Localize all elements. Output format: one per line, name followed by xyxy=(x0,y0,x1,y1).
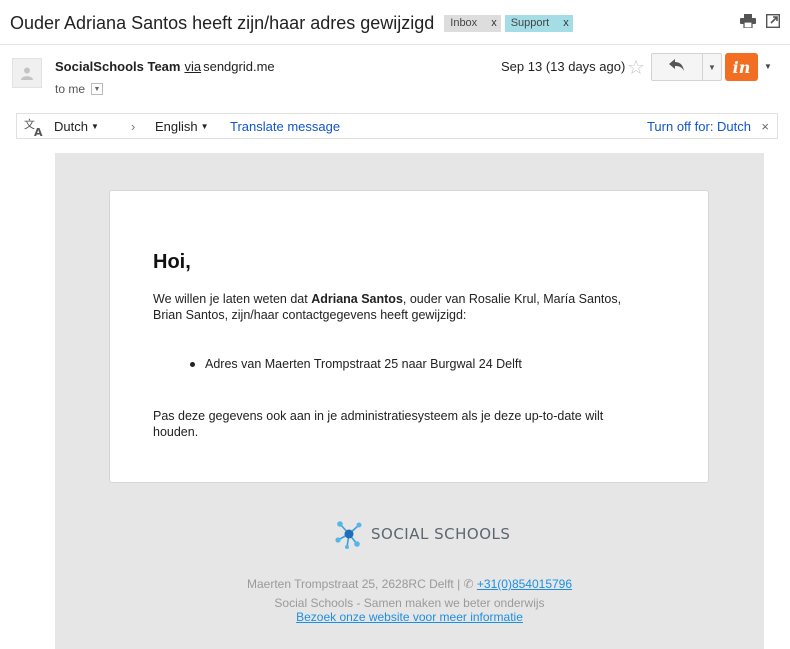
label-support-text: Support xyxy=(510,17,550,29)
recipient-line: to me ▼ xyxy=(55,82,104,96)
reply-icon xyxy=(669,58,685,76)
recipient-text: to me xyxy=(55,82,86,96)
email-date[interactable]: Sep 13 (13 days ago) xyxy=(501,59,625,74)
logo-molecule-icon xyxy=(335,521,362,549)
target-language-dropdown[interactable]: English ▼ xyxy=(155,119,209,134)
arrow-icon: › xyxy=(131,118,136,134)
close-icon[interactable]: × xyxy=(761,119,769,134)
label-inbox-text: Inbox xyxy=(450,17,478,29)
footer-tagline: Social Schools - Samen maken we beter on… xyxy=(274,596,545,610)
sender-domain: sendgrid.me xyxy=(203,59,275,74)
label-support[interactable]: Support x xyxy=(504,14,573,32)
intro-paragraph: We willen je laten weten dat Adriana San… xyxy=(153,292,622,322)
sender-name[interactable]: SocialSchools Team xyxy=(55,59,180,74)
invision-dropdown-icon[interactable]: ▼ xyxy=(764,62,772,71)
label-inbox-remove[interactable]: x xyxy=(491,17,497,29)
list-item: Adres van Maerten Trompstraat 25 naar Bu… xyxy=(190,357,522,371)
subject-row: Ouder Adriana Santos heeft zijn/haar adr… xyxy=(10,10,573,36)
closing-paragraph: Pas deze gegevens ook aan in je administ… xyxy=(153,409,604,439)
invision-button[interactable]: in xyxy=(725,53,758,81)
target-language: English xyxy=(155,118,198,134)
svg-text:A: A xyxy=(34,126,43,137)
footer-address: Maerten Trompstraat 25, 2628RC Delft | ✆ xyxy=(246,577,477,591)
show-details-dropdown[interactable]: ▼ xyxy=(91,83,104,95)
more-actions-button[interactable]: ▼ xyxy=(702,53,722,81)
translate-icon: 文 A xyxy=(23,117,45,140)
translate-message-link[interactable]: Translate message xyxy=(230,119,340,134)
divider xyxy=(0,44,790,45)
source-language: Dutch xyxy=(54,118,88,134)
source-language-dropdown[interactable]: Dutch ▼ xyxy=(54,119,99,134)
print-icon[interactable] xyxy=(740,14,756,28)
label-support-remove[interactable]: x xyxy=(563,17,569,29)
message-card: Hoi, We willen je laten weten dat Adrian… xyxy=(109,190,709,483)
footer-address-line: Maerten Trompstraat 25, 2628RC Delft | ✆… xyxy=(55,577,764,591)
address-change: Adres van Maerten Trompstraat 25 naar Bu… xyxy=(205,357,522,371)
star-icon[interactable]: ☆ xyxy=(627,55,645,80)
website-link[interactable]: Bezoek onze website voor meer informatie xyxy=(296,610,523,624)
translate-bar: 文 A Dutch ▼ › English ▼ Translate message … xyxy=(16,113,778,139)
greeting: Hoi, xyxy=(153,251,191,273)
avatar[interactable] xyxy=(12,58,42,88)
email-subject: Ouder Adriana Santos heeft zijn/haar adr… xyxy=(10,12,435,33)
new-window-icon[interactable] xyxy=(766,14,780,28)
label-inbox[interactable]: Inbox x xyxy=(444,14,501,32)
sender-line: SocialSchools Team via sendgrid.me xyxy=(55,59,275,74)
turn-off-translation-link[interactable]: Turn off for: Dutch xyxy=(647,119,751,134)
via-link[interactable]: via xyxy=(184,59,201,74)
reply-button[interactable] xyxy=(651,53,703,81)
logo-text: SOCIAL SCHOOLS xyxy=(371,525,511,543)
phone-link[interactable]: +31(0)854015796 xyxy=(477,577,572,591)
social-schools-logo: SOCIAL SCHOOLS xyxy=(333,518,510,550)
footer-website-line: Bezoek onze website voor meer informatie xyxy=(55,610,764,624)
parent-name: Adriana Santos xyxy=(311,292,403,306)
